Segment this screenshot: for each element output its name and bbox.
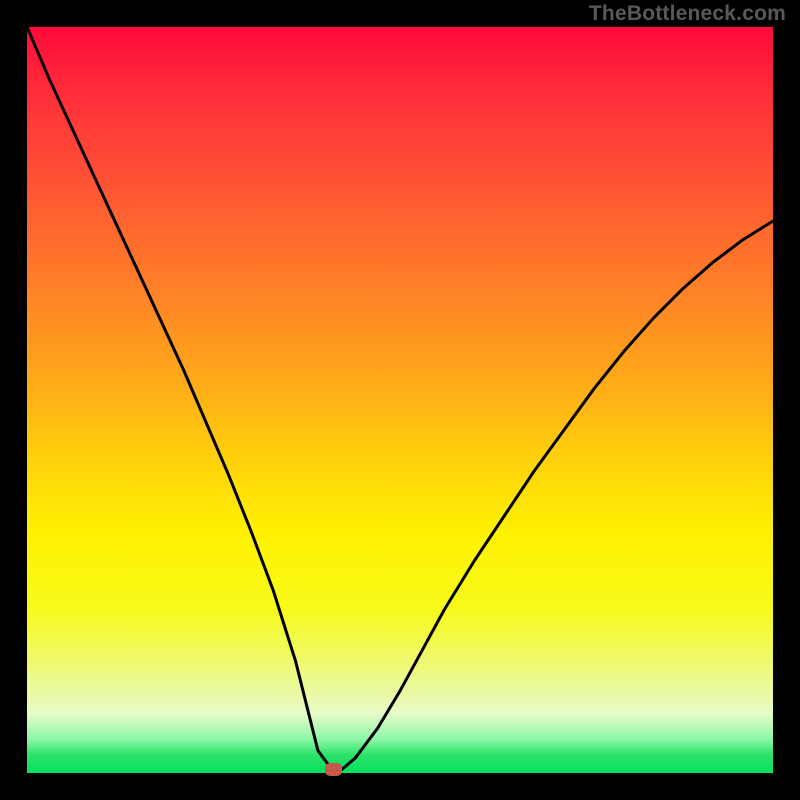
optimal-point-marker	[325, 763, 342, 776]
plot-area	[27, 27, 773, 773]
attribution-label: TheBottleneck.com	[589, 2, 786, 26]
chart-frame: TheBottleneck.com	[0, 0, 800, 800]
bottleneck-curve	[27, 27, 773, 773]
